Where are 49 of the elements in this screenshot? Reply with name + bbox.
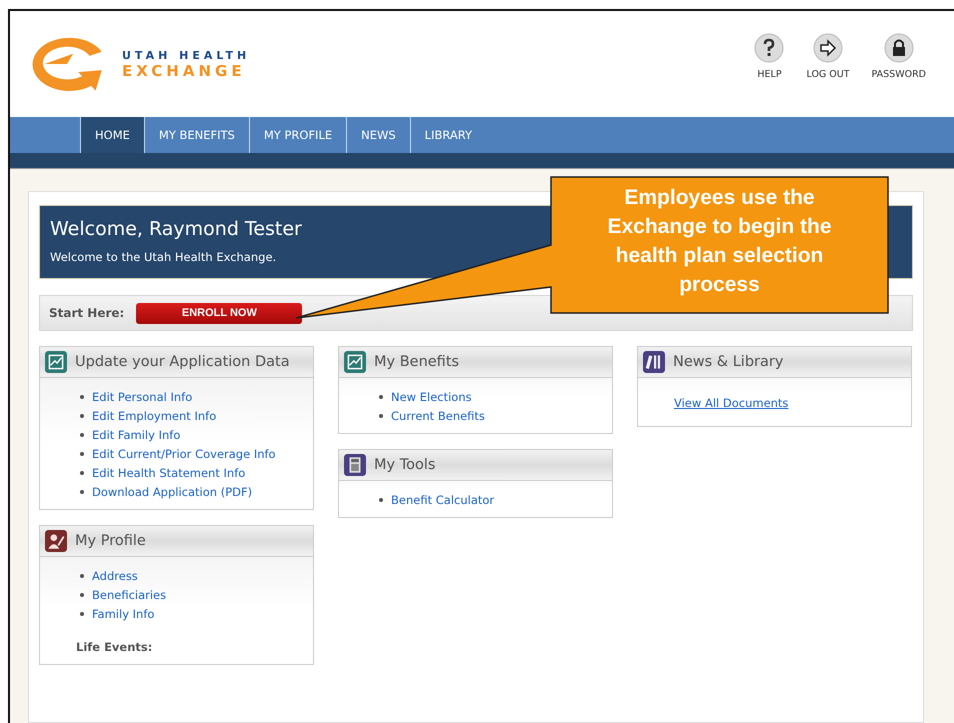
bullet-icon [379,395,383,399]
bullet-icon [80,433,84,437]
help-icon[interactable] [754,33,784,63]
panel-link[interactable]: New Elections [391,390,472,404]
panel-link[interactable]: Family Info [92,607,154,621]
bullet-icon [80,612,84,616]
bullet-icon [80,471,84,475]
chart-icon [344,351,366,373]
header-link[interactable]: LOG OUT [806,69,850,80]
panel-link[interactable]: Download Application (PDF) [92,485,252,499]
bullet-icon [80,490,84,494]
bullet-icon [80,414,84,418]
nav-tab[interactable]: HOME [80,117,144,153]
bullet-icon [379,498,383,502]
panel-link[interactable]: Benefit Calculator [391,493,494,507]
panel-link[interactable]: Edit Family Info [92,428,180,442]
panel-title: My Benefits [374,354,460,370]
panel-link[interactable]: Edit Employment Info [92,409,216,423]
section-label: Life Events: [76,640,154,654]
logo-title: UTAH HEALTH [122,48,250,62]
header-link[interactable]: HELP [757,69,782,80]
panel-title: News & Library [673,354,784,370]
bullet-icon [80,574,84,578]
bullet-icon [80,395,84,399]
books-icon [643,351,665,373]
welcome-title: Welcome, Raymond Tester [50,218,302,240]
bullet-icon [379,414,383,418]
panel-link[interactable]: Edit Health Statement Info [92,466,246,480]
welcome-subtitle: Welcome to the Utah Health Exchange. [50,250,276,264]
chart-icon [45,351,67,373]
panel-link[interactable]: Current Benefits [391,409,485,423]
panel-link[interactable]: Edit Personal Info [92,390,192,404]
panel-link[interactable]: Beneficiaries [92,588,166,602]
callout-text: Employees use the Exchange to begin the health plan selection process [606,185,833,298]
header-link[interactable]: PASSWORD [872,69,926,80]
bullet-icon [80,593,84,597]
logo-subtitle: EXCHANGE [122,62,247,80]
lock-icon[interactable] [884,33,914,63]
calculator-icon [344,454,366,476]
enroll-button[interactable]: ENROLL NOW [136,302,302,324]
panel-title: Update your Application Data [75,354,290,370]
panel-link[interactable]: Edit Current/Prior Coverage Info [92,447,276,461]
documents-link[interactable]: View All Documents [674,396,911,410]
bullet-icon [80,452,84,456]
person-icon [45,530,67,552]
start-label: Start Here: [49,306,124,320]
panel-link[interactable]: Address [92,569,138,583]
panel-title: My Tools [374,457,436,473]
panel-title: My Profile [75,533,146,549]
